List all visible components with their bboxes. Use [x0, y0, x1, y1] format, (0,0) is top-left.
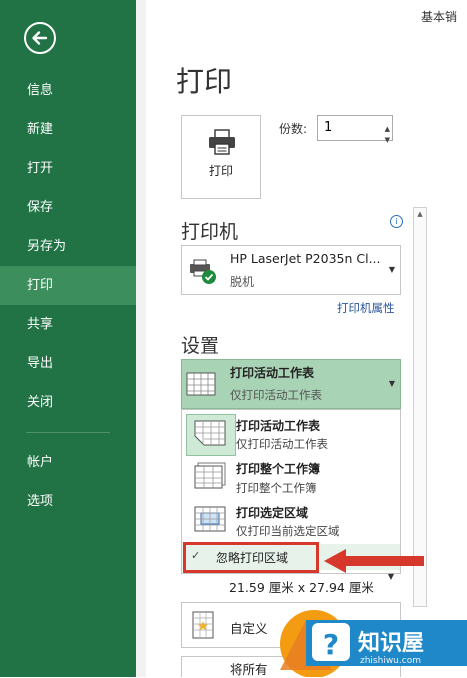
print-what-dropdown[interactable]: 打印活动工作表 仅打印活动工作表 ▼ — [181, 359, 401, 409]
custom-scaling-icon — [192, 611, 214, 639]
selection-icon — [194, 506, 226, 532]
sidebar-item-export[interactable]: 导出 — [0, 344, 136, 383]
backstage-sidebar: 信息 新建 打开 保存 另存为 打印 共享 导出 关闭 帐户 选项 — [0, 0, 136, 677]
paper-size-value: 21.59 厘米 x 27.94 厘米 — [229, 580, 374, 595]
print-button[interactable]: 打印 — [181, 115, 261, 199]
option-active-sheet[interactable]: 打印活动工作表 — [236, 417, 320, 434]
sidebar-item-save[interactable]: 保存 — [0, 188, 136, 227]
scaling-label: 自定义 — [230, 621, 268, 636]
sidebar-item-options[interactable]: 选项 — [0, 482, 136, 521]
sidebar-item-save-as[interactable]: 另存为 — [0, 227, 136, 266]
chevron-down-icon: ▼ — [388, 265, 395, 274]
print-button-label: 打印 — [208, 164, 233, 178]
print-what-desc: 仅打印活动工作表 — [230, 388, 322, 402]
sidebar-item-print[interactable]: 打印 — [0, 266, 136, 305]
sheet-grid-icon — [186, 372, 216, 396]
sidebar-item-close[interactable]: 关闭 — [0, 383, 136, 422]
sidebar-divider — [26, 432, 110, 433]
printer-dropdown[interactable]: HP LaserJet P2035n Cl... 脱机 ▼ — [181, 245, 401, 295]
settings-section-title: 设置 — [181, 335, 220, 357]
back-button[interactable] — [24, 22, 56, 54]
back-arrow-icon — [32, 31, 48, 45]
printer-properties-link[interactable]: 打印机属性 — [337, 300, 395, 316]
copies-value: 1 — [324, 120, 333, 135]
window-title-fragment: 基本销 — [420, 10, 457, 24]
sidebar-item-share[interactable]: 共享 — [0, 305, 136, 344]
printer-icon — [209, 129, 235, 155]
printer-name: HP LaserJet P2035n Cl... — [230, 251, 381, 266]
chevron-down-icon: ▼ — [388, 379, 395, 388]
printer-offline-icon — [190, 259, 216, 284]
sidebar-item-open[interactable]: 打开 — [0, 149, 136, 188]
zhishiwu-watermark-logo: ? 知识屋 zhishiwu.com — [280, 610, 467, 677]
print-what-title: 打印活动工作表 — [230, 366, 315, 380]
option-entire-workbook[interactable]: 打印整个工作簿 — [236, 460, 320, 477]
copies-input[interactable]: 1 ▲ ▼ — [317, 115, 393, 144]
watermark-url: zhishiwu.com — [360, 656, 421, 666]
option-selection-desc: 仅打印当前选定区域 — [236, 524, 340, 538]
printer-section-title: 打印机 — [181, 221, 239, 243]
active-sheet-icon — [194, 420, 226, 446]
sidebar-item-info[interactable]: 信息 — [0, 71, 136, 110]
watermark-brand: 知识屋 — [358, 630, 424, 656]
chevron-down-icon: ▼ — [387, 572, 394, 581]
svg-text:?: ? — [323, 628, 339, 661]
sidebar-item-account[interactable]: 帐户 — [0, 443, 136, 482]
spin-down-icon[interactable]: ▼ — [385, 128, 390, 152]
scroll-up-icon[interactable]: ▲ — [414, 210, 426, 218]
info-icon[interactable]: i — [390, 215, 403, 228]
printer-status: 脱机 — [230, 275, 255, 289]
sidebar-gutter — [136, 0, 146, 677]
annotation-arrow-icon — [324, 549, 424, 573]
option-active-sheet-desc: 仅打印活动工作表 — [236, 437, 328, 451]
sidebar-item-new[interactable]: 新建 — [0, 110, 136, 149]
fit-option-label: 将所有 — [230, 662, 268, 677]
copies-label: 份数: — [279, 122, 308, 136]
option-entire-workbook-desc: 打印整个工作簿 — [236, 481, 317, 495]
workbook-icon — [194, 462, 226, 489]
option-selection[interactable]: 打印选定区域 — [236, 504, 308, 521]
annotation-highlight-box — [183, 542, 319, 573]
page-title: 打印 — [176, 65, 233, 98]
